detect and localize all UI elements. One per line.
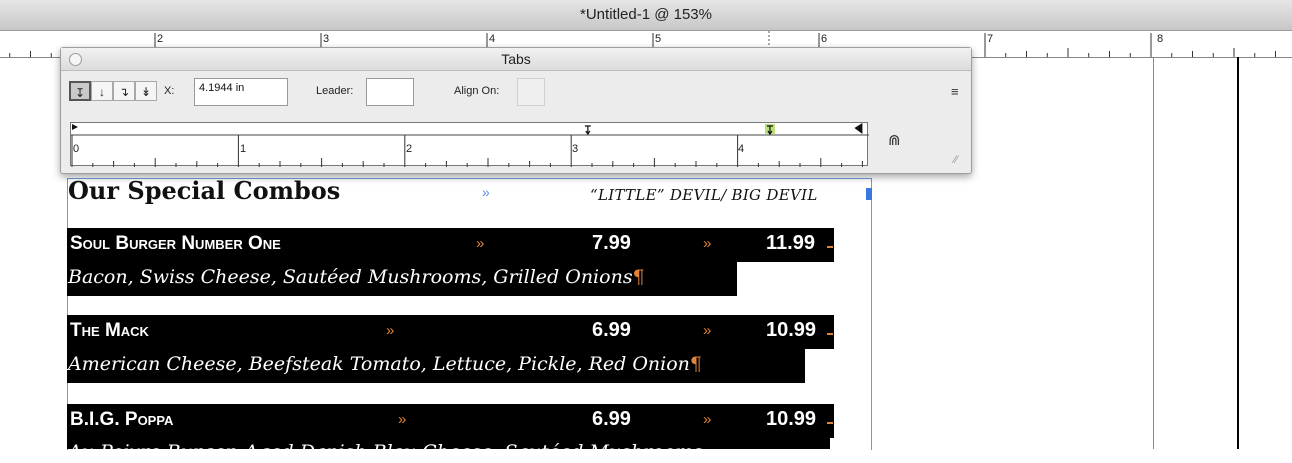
item-description-text: American Cheese, Beefsteak Tomato, Lettu… bbox=[68, 353, 690, 375]
item-price-small[interactable]: 6.99 bbox=[592, 319, 631, 342]
ruler-number: 6 bbox=[821, 33, 828, 45]
align-on-input[interactable] bbox=[517, 78, 545, 106]
first-line-indent-icon[interactable] bbox=[72, 124, 78, 130]
right-justified-tab-button[interactable]: ↴ bbox=[113, 81, 135, 101]
tab-ruler-graphics bbox=[71, 123, 869, 167]
ruler-number: 5 bbox=[655, 33, 662, 45]
tab-character: » bbox=[482, 184, 490, 200]
tab-character: » bbox=[703, 411, 712, 428]
item-price-small[interactable]: 6.99 bbox=[592, 408, 631, 431]
item-price-large[interactable]: 10.99 bbox=[766, 408, 816, 431]
tabs-panel[interactable]: Tabs ↧ ↓ ↴ ↡ X: 4.1944 in Leader: Align … bbox=[60, 47, 972, 174]
tabs-panel-header[interactable]: Tabs bbox=[61, 48, 971, 71]
selection-highlight bbox=[67, 315, 834, 349]
item-name[interactable]: B.I.G. Poppa bbox=[70, 409, 173, 431]
tab-ruler-number: 1 bbox=[240, 143, 247, 155]
tab-stop-marker[interactable] bbox=[584, 125, 591, 136]
menu-heading[interactable]: Our Special Combos bbox=[68, 176, 340, 205]
item-price-small[interactable]: 7.99 bbox=[592, 232, 631, 255]
item-description[interactable]: Bacon, Swiss Cheese, Sautéed Mushrooms, … bbox=[68, 266, 645, 288]
tab-character: » bbox=[386, 322, 395, 339]
text-frame-out-port[interactable] bbox=[866, 188, 872, 200]
line-end-marker bbox=[827, 333, 833, 335]
page-edge bbox=[1237, 57, 1239, 449]
decimal-tab-button[interactable]: ↡ bbox=[135, 81, 157, 101]
leader-label: Leader: bbox=[316, 85, 354, 97]
margin-guide bbox=[1153, 57, 1154, 449]
window-titlebar[interactable]: *Untitled-1 @ 153% bbox=[0, 0, 1292, 31]
item-description[interactable]: American Cheese, Beefsteak Tomato, Lettu… bbox=[68, 353, 702, 375]
line-end-marker bbox=[827, 422, 833, 424]
x-position-input[interactable]: 4.1944 in bbox=[194, 78, 288, 106]
window-title: *Untitled-1 @ 153% bbox=[580, 6, 712, 23]
tab-character: » bbox=[398, 411, 407, 428]
tabs-panel-title: Tabs bbox=[501, 51, 531, 67]
item-description[interactable]: Au Poivre Burger, Aged Danish Bleu Chees… bbox=[68, 441, 703, 463]
tab-character: » bbox=[476, 235, 485, 252]
pilcrow-mark: ¶ bbox=[689, 353, 703, 375]
leader-input[interactable] bbox=[366, 78, 414, 106]
ruler-number: 4 bbox=[489, 33, 496, 45]
tab-character: » bbox=[703, 235, 712, 252]
right-tab-icon: ↴ bbox=[118, 85, 130, 99]
item-name[interactable]: The Mack bbox=[70, 320, 149, 342]
left-tab-icon: ↧ bbox=[74, 86, 86, 100]
item-price-large[interactable]: 11.99 bbox=[766, 232, 815, 255]
pilcrow-mark: ¶ bbox=[632, 266, 645, 288]
align-on-label: Align On: bbox=[454, 85, 500, 97]
ruler-number: 7 bbox=[987, 33, 994, 45]
tab-ruler-number: 0 bbox=[73, 143, 80, 155]
position-panel-above-frame-icon[interactable]: ⋒ bbox=[888, 131, 901, 149]
tab-ruler[interactable]: 0 1 2 3 4 bbox=[70, 122, 869, 167]
menu-subheading[interactable]: “LITTLE” DEVIL/ BIG DEVIL bbox=[590, 186, 818, 204]
center-justified-tab-button[interactable]: ↓ bbox=[91, 81, 113, 101]
item-description-text: Bacon, Swiss Cheese, Sautéed Mushrooms, … bbox=[68, 266, 633, 288]
line-end-marker bbox=[827, 246, 833, 248]
tab-ruler-number: 4 bbox=[738, 143, 745, 155]
ruler-number: 2 bbox=[157, 33, 164, 45]
tab-ruler-number: 2 bbox=[406, 143, 413, 155]
decimal-tab-icon: ↡ bbox=[140, 85, 152, 99]
x-position-label: X: bbox=[164, 85, 175, 97]
item-price-large[interactable]: 10.99 bbox=[766, 319, 816, 342]
left-justified-tab-button[interactable]: ↧ bbox=[69, 81, 91, 101]
right-indent-icon[interactable] bbox=[854, 123, 863, 134]
tab-ruler-number: 3 bbox=[572, 143, 579, 155]
resize-grip-icon[interactable]: ⁄⁄ bbox=[954, 154, 958, 166]
tab-character: » bbox=[703, 322, 712, 339]
ruler-number: 8 bbox=[1157, 33, 1164, 45]
item-name[interactable]: Soul Burger Number One bbox=[70, 233, 281, 255]
selection-highlight bbox=[67, 404, 834, 438]
center-tab-icon: ↓ bbox=[99, 85, 105, 99]
ruler-number: 3 bbox=[323, 33, 330, 45]
panel-menu-icon[interactable]: ≡ bbox=[951, 84, 959, 99]
